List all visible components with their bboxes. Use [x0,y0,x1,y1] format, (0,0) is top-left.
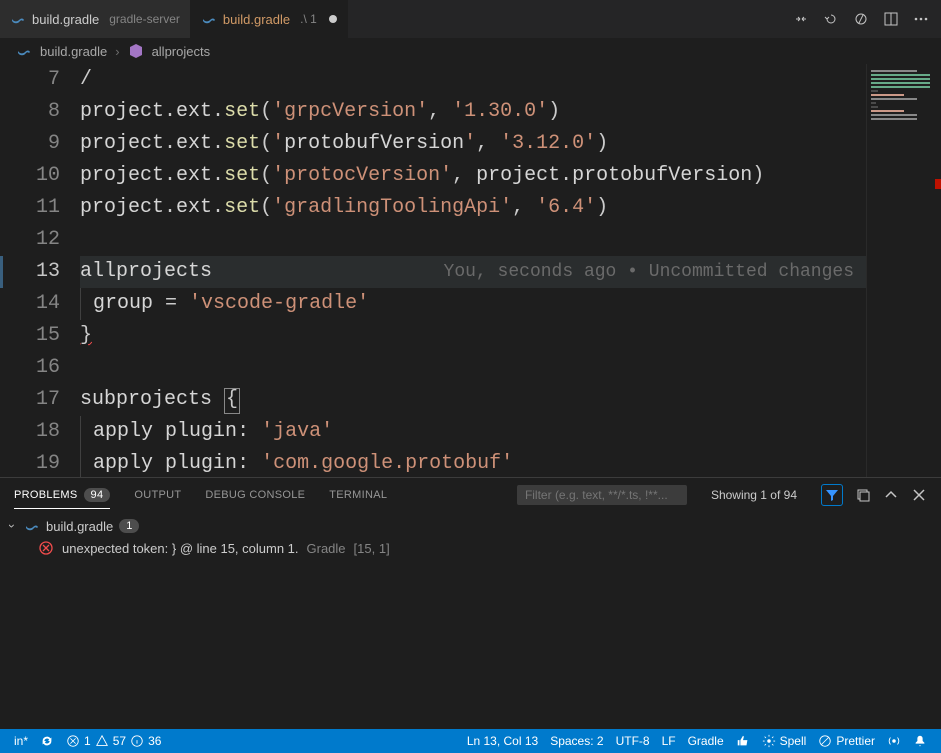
tab-terminal[interactable]: TERMINAL [329,489,387,501]
bell-icon [913,734,927,748]
panel-tabs: PROBLEMS 94 OUTPUT DEBUG CONSOLE TERMINA… [0,478,941,512]
status-language[interactable]: Gradle [682,729,730,753]
error-icon [66,734,80,748]
status-notifications[interactable] [881,729,907,753]
editor-actions [781,0,941,38]
thumbs-up-icon [736,734,750,748]
status-bar: in* 1 57 36 Ln 13, Col 13 Spaces: 2 UTF-… [0,729,941,753]
problems-file-name: build.gradle [46,519,113,534]
editor[interactable]: 78910111213141516171819 /project.ext.set… [0,64,941,477]
status-spell[interactable]: Spell [756,729,813,753]
tab-sublabel: .\ 1 [300,12,317,26]
minimap[interactable] [866,64,941,477]
info-icon [130,734,144,748]
breadcrumb-symbol[interactable]: allprojects [152,44,211,59]
bottom-panel: PROBLEMS 94 OUTPUT DEBUG CONSOLE TERMINA… [0,477,941,729]
editor-tabs-bar: build.gradle gradle-server build.gradle … [0,0,941,38]
prettier-icon [818,734,832,748]
tab-debug-console[interactable]: DEBUG CONSOLE [205,489,305,501]
file-problem-count: 1 [119,519,139,533]
problem-source: Gradle [307,541,346,556]
status-spaces[interactable]: Spaces: 2 [544,729,609,753]
problems-showing: Showing 1 of 94 [711,488,797,502]
revert-icon[interactable] [823,11,839,27]
problems-list: › build.gradle 1 unexpected token: } @ l… [0,512,941,729]
tab-output[interactable]: OUTPUT [134,489,181,501]
problem-message: unexpected token: } @ line 15, column 1. [62,541,299,556]
line-number-gutter: 78910111213141516171819 [0,64,80,477]
chevron-up-icon[interactable] [883,487,899,503]
tab-label: build.gradle [32,12,99,27]
gradle-file-icon [24,518,40,534]
tab-label: build.gradle [223,12,290,27]
problems-filter-input[interactable] [517,485,687,505]
close-icon[interactable] [911,487,927,503]
status-bell[interactable] [907,729,933,753]
chevron-right-icon: › [115,44,119,59]
gradle-file-icon [10,11,26,27]
status-prettier[interactable]: Prettier [812,729,881,753]
code-area[interactable]: /project.ext.set('grpcVersion', '1.30.0'… [80,64,866,477]
status-feedback[interactable] [730,729,756,753]
minimap-error-marker[interactable] [935,179,941,189]
gradle-file-icon [16,43,32,59]
chevron-down-icon: › [5,524,19,528]
status-encoding[interactable]: UTF-8 [610,729,656,753]
status-problems[interactable]: 1 57 36 [60,729,167,753]
editor-tab-active[interactable]: build.gradle .\ 1 [191,0,348,38]
split-editor-icon[interactable] [883,11,899,27]
problems-file-group[interactable]: › build.gradle 1 [10,516,931,536]
warning-icon [95,734,109,748]
editor-tab[interactable]: build.gradle gradle-server [0,0,191,38]
filter-icon[interactable] [821,484,843,506]
error-icon [38,540,54,556]
problem-item[interactable]: unexpected token: } @ line 15, column 1.… [10,536,931,560]
collapse-all-icon[interactable] [855,487,871,503]
gear-icon [762,734,776,748]
symbol-icon [128,43,144,59]
open-changes-icon[interactable] [853,11,869,27]
git-blame-annotation: You, seconds ago • Uncommitted changes [444,256,854,288]
status-branch[interactable]: in* [8,729,34,753]
tab-sublabel: gradle-server [109,12,180,26]
gradle-file-icon [201,11,217,27]
sync-icon [40,734,54,748]
tab-problems[interactable]: PROBLEMS 94 [14,488,110,509]
status-eol[interactable]: LF [656,729,682,753]
problems-count-badge: 94 [84,488,111,502]
status-cursor[interactable]: Ln 13, Col 13 [461,729,544,753]
compare-changes-icon[interactable] [793,11,809,27]
breadcrumb[interactable]: build.gradle › allprojects [0,38,941,64]
broadcast-icon [887,734,901,748]
modified-indicator-icon [329,15,337,23]
breadcrumb-file[interactable]: build.gradle [40,44,107,59]
status-sync[interactable] [34,729,60,753]
more-icon[interactable] [913,11,929,27]
problem-location: [15, 1] [354,541,390,556]
